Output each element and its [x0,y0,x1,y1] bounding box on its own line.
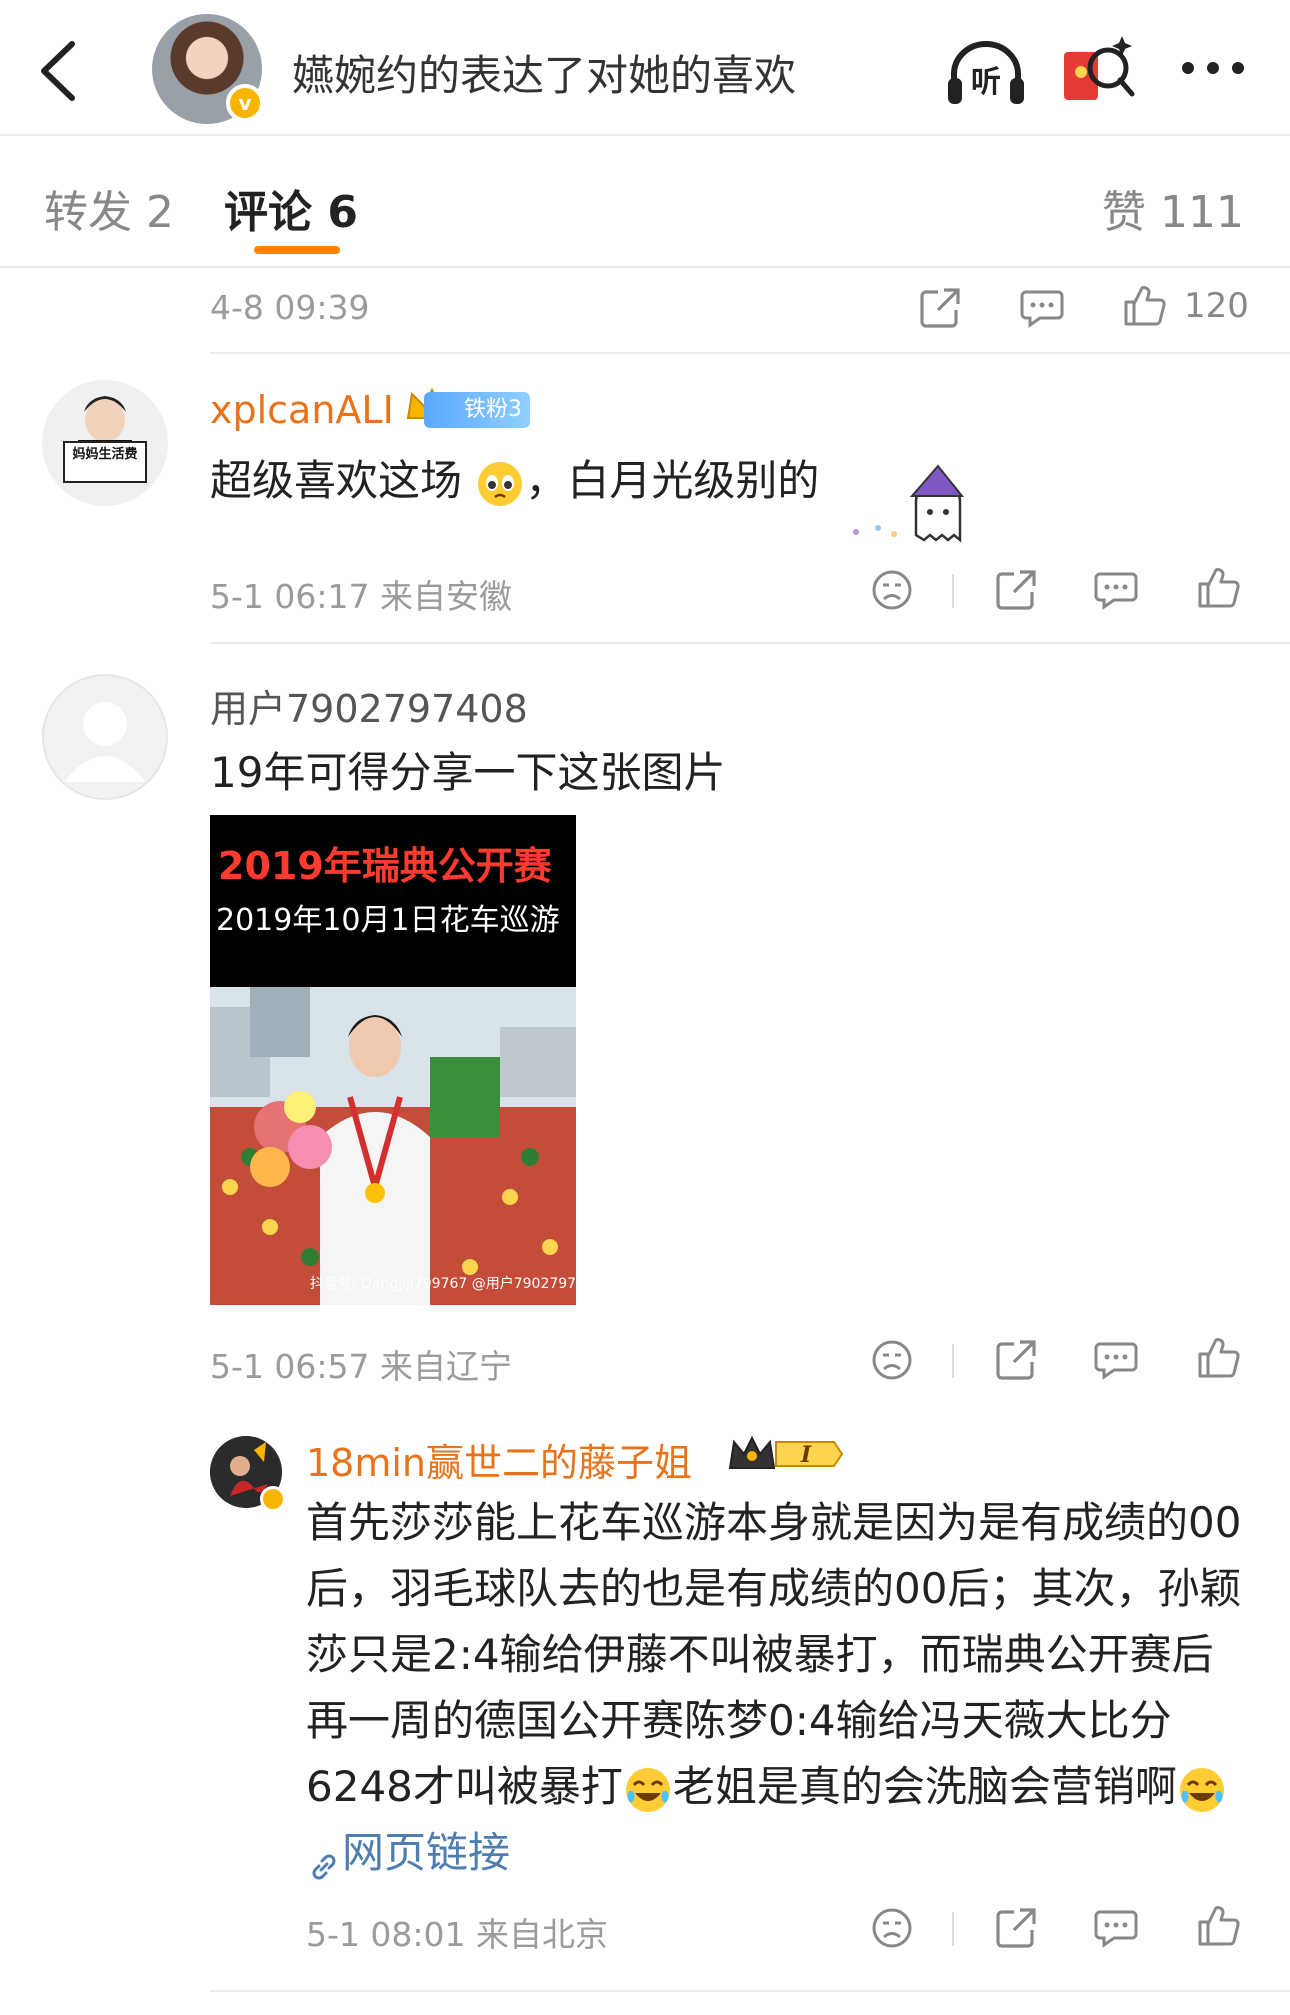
tab-comment[interactable]: 评论 6 [224,176,358,240]
dislike-face-icon[interactable] [870,1338,914,1382]
image-subtitle-text: 2019年10月1日花车巡游 [216,903,560,938]
tab-like[interactable]: 赞 111 [1102,176,1244,240]
link-icon [306,1838,342,1879]
top-bar: v 嬿婉约的表达了对她的喜欢 听 [0,0,1290,136]
back-button[interactable] [28,36,88,106]
active-tab-indicator [254,246,340,254]
comment-time: 4-8 09:39 [210,288,370,327]
avatar[interactable] [210,1436,286,1512]
separator [210,1990,1290,1992]
avatar-image: 妈妈生活费 [42,380,168,506]
divider [952,1344,954,1378]
comment-icon[interactable] [1094,1340,1138,1380]
comment-icon[interactable] [1094,570,1138,610]
image-title-text: 2019年瑞典公开赛 [218,844,552,888]
pleading-face-icon [475,459,525,509]
author-avatar[interactable]: v [152,14,264,124]
comment-meta: 5-1 06:57 来自辽宁 [210,1347,512,1386]
username[interactable]: 18min赢世二的藤子姐 [306,1432,692,1487]
avatar[interactable] [42,674,168,800]
comment-text-part: 超级喜欢这场 [210,456,463,505]
divider [952,1912,954,1946]
prev-comment-action-row: 4-8 09:39 120 [210,268,1290,354]
comment-icon[interactable] [1020,288,1064,328]
red-packet-button[interactable] [1060,30,1136,106]
dislike-face-icon[interactable] [870,1906,914,1950]
ghost-wizard-sticker-icon [850,462,966,546]
comment-text: 首先莎莎能上花车巡游本身就是因为是有成绩的00后，羽毛球队去的也是有成绩的00后… [306,1490,1246,1886]
like-count: 120 [1184,286,1249,326]
divider [952,574,954,608]
tab-bar: 转发 2 评论 6 赞 111 [0,136,1290,268]
comment-action-row: 5-1 06:57 来自辽宁 [0,1330,1290,1420]
verified-badge [260,1486,286,1512]
parade-photo-image [210,987,576,1305]
headphones-icon: 听 [948,41,1024,104]
tears-of-joy-icon [1177,1765,1227,1815]
member-crown-icon: I [726,1432,846,1476]
more-dots-icon [1182,62,1244,74]
tears-of-joy-icon [623,1765,673,1815]
share-icon[interactable] [994,568,1038,612]
web-link-label: 网页链接 [342,1828,511,1877]
web-link[interactable]: 网页链接 [306,1828,511,1879]
comment-item: 妈妈生活费 xplcanALI 铁粉3 超级喜欢这场 ，白月光级别的 5-1 0… [0,356,1290,646]
comment-meta: 5-1 08:01 来自北京 [306,1915,608,1954]
thumbs-up-icon[interactable] [1122,284,1166,328]
comment-image[interactable]: 2019年瑞典公开赛 2019年10月1日花车巡游 抖音号: Dangjiji7… [210,815,576,1305]
more-button[interactable] [1178,48,1248,88]
comment-meta: 5-1 06:17 来自安徽 [210,577,512,616]
comment-text-part: ，白月光级别的 [525,456,820,505]
default-avatar-icon [42,674,168,800]
thumbs-up-icon[interactable] [1196,1904,1240,1948]
dislike-face-icon[interactable] [870,568,914,612]
avatar-caption: 妈妈生活费 [72,446,137,462]
svg-text:听: 听 [971,65,1001,100]
comment-icon[interactable] [1094,1908,1138,1948]
verified-badge: v [226,84,264,122]
share-icon[interactable] [918,286,962,330]
username[interactable]: xplcanALI [210,388,394,432]
comment-text: 19年可得分享一下这张图片 [210,748,726,797]
fan-level-badge: 铁粉3 [424,392,530,428]
thumbs-up-icon[interactable] [1196,566,1240,610]
comment-item: 用户7902797408 19年可得分享一下这张图片 [0,644,1290,1414]
svg-text:I: I [800,1442,812,1468]
red-packet-icon [1064,36,1135,100]
chevron-left-icon [41,41,75,101]
listen-button[interactable]: 听 [944,36,1028,106]
image-watermark-text: 抖音号: Dangjiji799767 @用户7902797408 [310,1276,576,1292]
tab-repost[interactable]: 转发 2 [44,176,174,240]
share-icon[interactable] [994,1906,1038,1950]
avatar[interactable]: 妈妈生活费 [42,380,168,506]
reply-comment-item: 18min赢世二的藤子姐 I 首先莎莎能上花车巡游本身就是因为是有成绩的00后，… [0,1420,1290,2015]
username[interactable]: 用户7902797408 [210,678,528,733]
share-icon[interactable] [994,1338,1038,1382]
thumbs-up-icon[interactable] [1196,1336,1240,1380]
page-title: 嬿婉约的表达了对她的喜欢 [292,51,797,100]
comment-text-part: 老姐是真的会洗脑会营销啊 [672,1762,1177,1811]
